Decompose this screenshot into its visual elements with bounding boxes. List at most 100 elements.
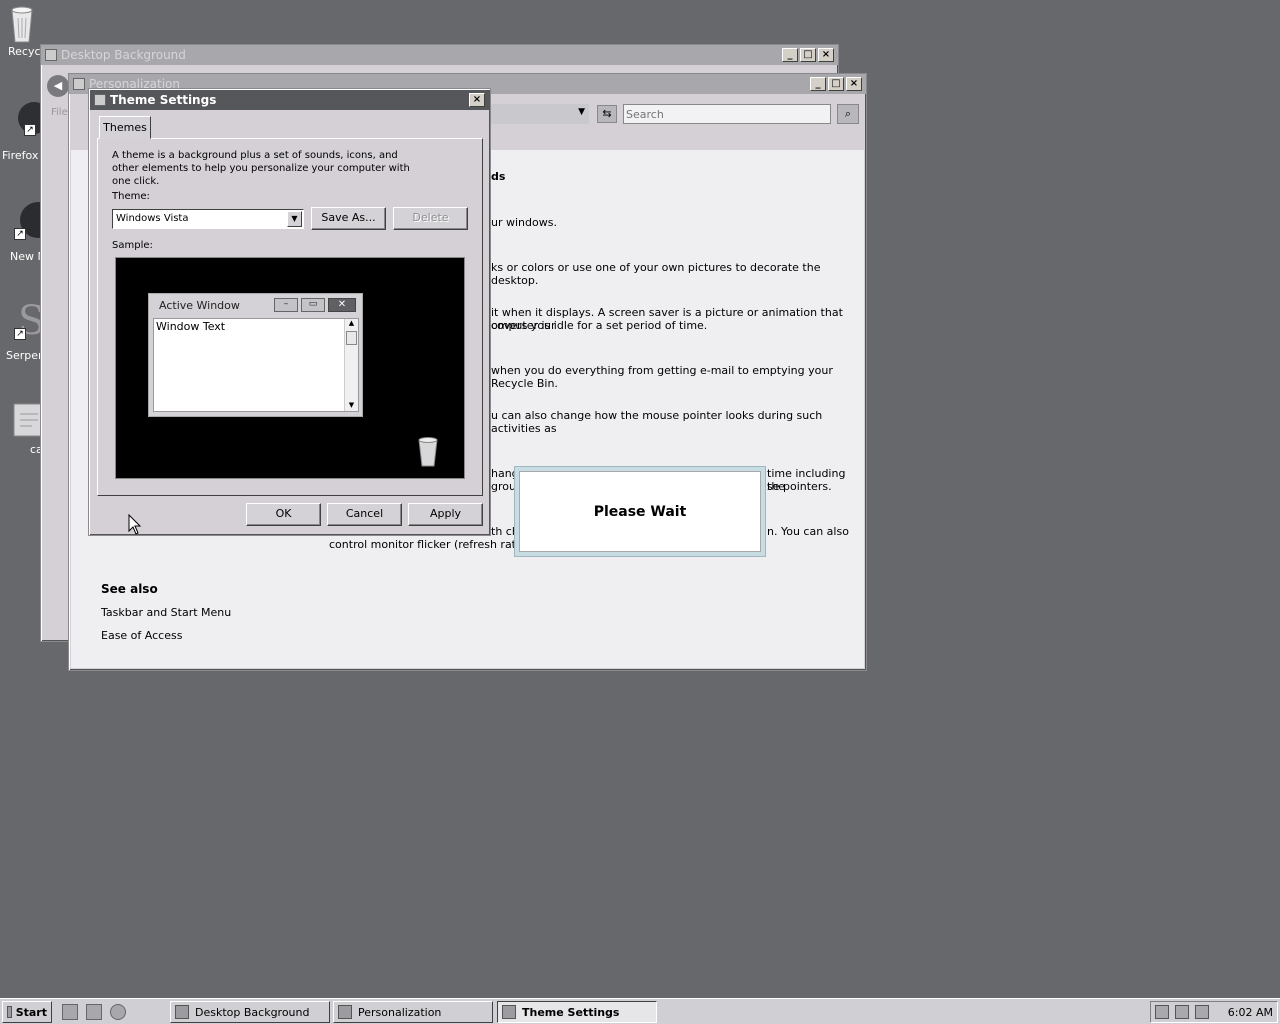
tab-label: Themes [103,121,147,134]
clock[interactable]: 6:02 AM [1228,1006,1273,1019]
desktop-icon-label: Serpent [6,349,44,362]
theme-select[interactable]: Windows Vista ▼ [112,209,304,229]
back-nav-button[interactable]: ◀ [47,75,69,97]
sample-window-text: Window Text [156,320,226,333]
content-line: ks or colors or use one of your own pict… [491,261,821,287]
taskbar-item-label: Desktop Background [195,1005,310,1019]
theme-settings-titlebar[interactable]: Theme Settings × [90,90,489,110]
see-also-heading: See also [101,582,158,596]
close-icon: ✕ [328,298,356,312]
mouse-cursor-icon [128,513,142,539]
theme-label: Theme: [112,191,150,202]
theme-select-value: Windows Vista [116,213,189,224]
desktop-icon-label-text: New M SS [10,250,44,263]
explorer-icon[interactable] [86,1004,102,1020]
sample-window-body: Window Text ▲ ▼ [153,318,359,412]
maximize-icon: ▭ [301,298,325,312]
taskbar-item-desktop-background[interactable]: Desktop Background [170,1001,330,1023]
desktop-icon-label: Firefox 4 [2,149,44,162]
content-line: se pointers. [767,480,832,493]
desktop-icon-recycle-bin[interactable]: Recycle [0,4,44,68]
window-title: Desktop Background [61,48,186,62]
desktop-icon-label: ca [30,443,43,456]
chevron-down-icon[interactable]: ▼ [287,211,302,227]
sample-recycle-bin-icon [416,436,440,471]
address-bar[interactable]: ▼ [479,104,589,124]
sample-window-title: Active Window [159,298,240,312]
browser-icon[interactable] [110,1004,126,1020]
close-button[interactable]: × [818,48,834,62]
chevron-down-icon[interactable]: ▼ [578,107,585,117]
network-icon[interactable] [1155,1005,1169,1019]
apply-button[interactable]: Apply [408,503,483,526]
minimize-button[interactable]: _ [782,48,798,62]
taskbar: Start Desktop Background Personalization… [0,998,1280,1024]
delete-button: Delete [393,207,468,230]
desktop-icon-new-ss[interactable]: ↗ New M SS [0,198,44,280]
theme-description: A theme is a background plus a set of so… [112,150,410,187]
window-icon [175,1005,189,1019]
sample-label: Sample: [112,240,153,251]
cancel-button[interactable]: Cancel [327,503,402,526]
desktop-icon-serpent[interactable]: S ↗ Serpent [0,300,44,364]
window-icon [338,1005,352,1019]
start-button[interactable]: Start [2,1001,52,1023]
menu-file[interactable]: File [51,107,68,118]
content-line: ur windows. [491,216,557,229]
system-tray: 6:02 AM [1150,1001,1278,1023]
desktop-icon-firefox[interactable]: ↗ Firefox 4 [0,100,44,170]
chevron-up-icon: ▲ [348,319,355,327]
volume-icon[interactable] [1195,1005,1209,1019]
desktop-icon-file[interactable]: ca [0,402,44,466]
window-icon [94,94,106,106]
display-icon[interactable] [1175,1005,1189,1019]
minimize-icon: – [274,298,298,312]
ok-button[interactable]: OK [246,503,321,526]
content-line: ds [491,170,506,183]
taskbar-item-personalization[interactable]: Personalization [333,1001,493,1023]
please-wait-body: Please Wait [519,471,761,552]
maximize-button[interactable]: □ [828,77,844,91]
window-icon [45,49,57,61]
theme-settings-dialog[interactable]: Theme Settings × Themes A theme is a bac… [88,88,491,536]
desktop-icon-label: Recycle [8,45,44,58]
taskbar-item-label: Theme Settings [522,1005,620,1019]
link-ease-of-access[interactable]: Ease of Access [101,629,182,642]
themes-tab-panel: A theme is a background plus a set of so… [97,138,483,496]
refresh-button[interactable]: ⇆ [597,105,617,123]
firefox-icon: ↗ [10,100,44,136]
taskbar-item-label: Personalization [358,1005,442,1019]
scroll-thumb [346,331,357,345]
dialog-title: Theme Settings [110,93,217,107]
content-line: u can also change how the mouse pointer … [491,409,823,435]
shortcut-arrow-icon: ↗ [14,228,26,240]
desktop-icon-label: New M SS [0,250,44,263]
start-label: Start [15,1005,47,1019]
minimize-button[interactable]: _ [810,77,826,91]
please-wait-dialog: Please Wait [514,466,766,557]
content-line: n. You can also [767,525,849,538]
sample-window-titlebar: Active Window – ▭ ✕ [149,294,362,316]
sample-scrollbar: ▲ ▼ [344,319,358,411]
content-line: grou [491,480,516,493]
windows-logo-icon [7,1006,12,1018]
taskbar-item-theme-settings[interactable]: Theme Settings [497,1001,657,1023]
content-line: when you do everything from getting e-ma… [491,364,833,390]
save-as-button[interactable]: Save As... [311,207,386,230]
show-desktop-icon[interactable] [62,1004,78,1020]
tab-themes[interactable]: Themes [99,116,151,139]
shortcut-arrow-icon: ↗ [24,124,36,136]
recycle-bin-icon [6,4,38,43]
maximize-button[interactable]: □ [800,48,816,62]
close-button[interactable]: × [846,77,862,91]
chevron-down-icon: ▼ [348,401,355,409]
sample-preview: Active Window – ▭ ✕ Window Text ▲ ▼ [115,257,465,479]
window-icon [73,78,85,90]
desktop-background-titlebar[interactable]: Desktop Background _ □ × [41,45,838,65]
link-taskbar-start-menu[interactable]: Taskbar and Start Menu [101,606,231,619]
search-icon[interactable]: ⌕ [837,104,859,124]
content-line: control monitor flicker (refresh rate). [329,538,531,551]
sample-window: Active Window – ▭ ✕ Window Text ▲ ▼ [148,293,363,417]
close-button[interactable]: × [469,93,485,107]
search-input[interactable] [623,104,831,124]
